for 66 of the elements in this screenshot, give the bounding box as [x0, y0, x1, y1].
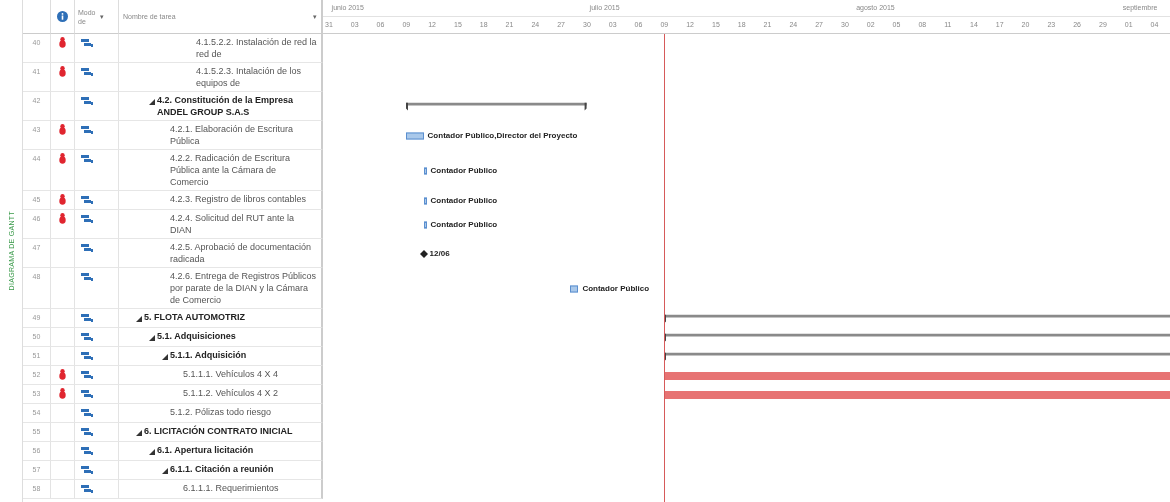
task-name[interactable]: 4.2.5. Aprobació de documentación radicada — [170, 241, 317, 265]
info-icon — [57, 11, 68, 22]
task-bar — [569, 285, 579, 292]
collapse-icon[interactable] — [136, 430, 142, 436]
task-mode-icon — [81, 97, 93, 105]
task-name[interactable]: 4.2. Constitución de la Empresa ANDEL GROUP S.A.S — [157, 94, 317, 118]
task-name[interactable]: 4.1.5.2.2. Instalación de red la red de — [196, 36, 317, 60]
task-bar — [406, 132, 424, 139]
collapse-icon[interactable] — [162, 468, 168, 474]
pin-icon — [59, 388, 66, 399]
task-mode-icon — [81, 215, 93, 223]
pin-icon — [59, 153, 66, 164]
task-name[interactable]: 5.1.1.1. Vehículos 4 X 4 — [183, 368, 279, 380]
bar-label: Contador Público — [430, 194, 498, 207]
task-mode-icon — [81, 428, 93, 436]
pin-icon — [59, 213, 66, 224]
task-mode-icon — [81, 485, 93, 493]
task-mode-icon — [81, 196, 93, 204]
task-mode-icon — [81, 244, 93, 252]
bar-label: Contador Público — [430, 218, 498, 231]
task-mode-icon — [81, 390, 93, 398]
task-mode-icon — [81, 273, 93, 281]
task-mode-icon — [81, 333, 93, 341]
collapse-icon[interactable] — [162, 354, 168, 360]
task-mode-icon — [81, 68, 93, 76]
task-mode-icon — [81, 371, 93, 379]
task-name[interactable]: 4.2.6. Entrega de Registros Públicos por parate de la DIAN y la Cámara de Comercio — [170, 270, 317, 306]
bar-label: Contador Público — [430, 164, 498, 177]
task-mode-icon — [81, 409, 93, 417]
bar-label: Contador Público,Director del Proyecto — [427, 129, 578, 142]
task-bar — [423, 221, 427, 228]
pin-icon — [59, 37, 66, 48]
task-name[interactable]: 6.1.1.1. Requerimientos — [183, 482, 279, 494]
task-name[interactable]: 5.1.2. Pólizas todo riesgo — [170, 406, 272, 418]
bar-label: 12/06 — [429, 247, 450, 260]
bar-label: Contador Público — [582, 282, 650, 295]
task-name[interactable]: 5.1.1. Adquisición — [170, 349, 247, 361]
task-name[interactable]: 4.2.2. Radicación de Escritura Pública ante la Cámara de Comercio — [170, 152, 317, 188]
task-mode-icon — [81, 314, 93, 322]
task-mode-icon — [81, 447, 93, 455]
task-mode-icon — [81, 39, 93, 47]
pin-icon — [59, 369, 66, 380]
task-bar — [423, 167, 427, 174]
task-mode-icon — [81, 126, 93, 134]
task-name[interactable]: 5.1.1.2. Vehículos 4 X 2 — [183, 387, 279, 399]
task-name[interactable]: 6. LICITACIÓN CONTRATO INICIAL — [144, 425, 293, 437]
task-bar — [423, 197, 427, 204]
task-name[interactable]: 5. FLOTA AUTOMOTRIZ — [144, 311, 245, 323]
task-name[interactable]: 6.1. Apertura licitación — [157, 444, 254, 456]
task-name[interactable]: 4.2.1. Elaboración de Escritura Pública — [170, 123, 317, 147]
task-mode-icon — [81, 466, 93, 474]
task-name[interactable]: 4.2.3. Registro de libros contables — [170, 193, 307, 205]
collapse-icon[interactable] — [149, 449, 155, 455]
task-name[interactable]: 5.1. Adquisiciones — [157, 330, 236, 342]
milestone-icon — [419, 249, 428, 258]
task-mode-icon — [81, 352, 93, 360]
task-mode-icon — [81, 155, 93, 163]
task-name[interactable]: 4.1.5.2.3. Intalación de los equipos de — [196, 65, 317, 89]
pin-icon — [59, 124, 66, 135]
task-name[interactable]: 6.1.1. Citación a reunión — [170, 463, 274, 475]
collapse-icon[interactable] — [149, 335, 155, 341]
collapse-icon[interactable] — [149, 99, 155, 105]
task-name[interactable]: 4.2.4. Solicitud del RUT ante la DIAN — [170, 212, 317, 236]
pin-icon — [59, 194, 66, 205]
collapse-icon[interactable] — [136, 316, 142, 322]
pin-icon — [59, 66, 66, 77]
